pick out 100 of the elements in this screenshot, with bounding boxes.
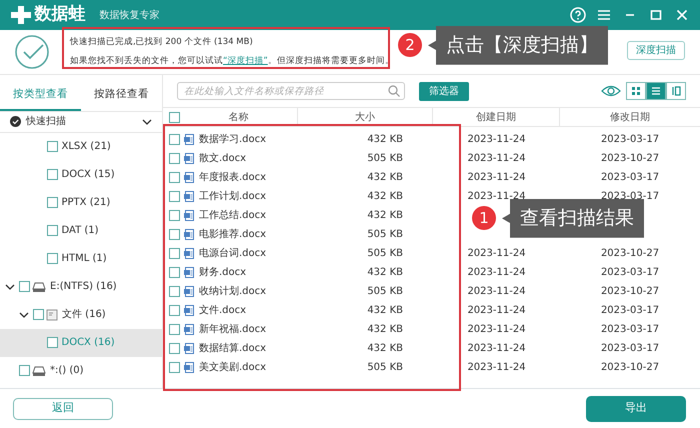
row-checkbox[interactable] bbox=[169, 266, 180, 278]
columns-view-icon bbox=[671, 86, 681, 96]
document-icon bbox=[184, 304, 195, 316]
tree-item[interactable]: HTML (1) bbox=[0, 244, 162, 273]
modified-date: 2023-10-27 bbox=[600, 362, 660, 372]
created-date: 2023-11-24 bbox=[467, 248, 526, 258]
eye-icon[interactable] bbox=[601, 85, 621, 97]
deep-scan-button[interactable]: 深度扫描 bbox=[627, 41, 685, 60]
document-icon bbox=[184, 228, 195, 240]
created-date: 2023-11-24 bbox=[467, 152, 526, 164]
select-all-checkbox[interactable] bbox=[169, 112, 180, 122]
file-name: 财务.docx bbox=[199, 266, 246, 280]
file-size: 432 KB bbox=[367, 266, 403, 278]
search-field[interactable]: 在此处输入文件名称或保存路径 bbox=[177, 82, 405, 100]
row-checkbox[interactable] bbox=[169, 210, 180, 220]
file-name: 散文.docx bbox=[199, 152, 246, 166]
row-checkbox[interactable] bbox=[169, 324, 180, 334]
row-checkbox[interactable] bbox=[169, 304, 180, 316]
tree-label: *:() (0) bbox=[50, 364, 84, 378]
file-size: 505 KB bbox=[367, 248, 403, 258]
tree-item[interactable]: DAT (1) bbox=[0, 216, 162, 245]
tree-label: DOCX (16) bbox=[62, 336, 115, 350]
checkbox[interactable] bbox=[46, 197, 58, 208]
tree-item[interactable]: 文件 (16) bbox=[0, 300, 162, 329]
file-name: 数据结算.docx bbox=[199, 342, 266, 356]
checkbox[interactable] bbox=[18, 365, 30, 376]
modified-date: 2023-10-27 bbox=[600, 152, 660, 164]
callout-bubble: 点击【深度扫描】 bbox=[428, 26, 608, 65]
file-name: 年度报表.docx bbox=[199, 170, 266, 184]
tree-item[interactable]: DOCX (15) bbox=[0, 160, 162, 189]
row-checkbox[interactable] bbox=[169, 228, 180, 240]
help-icon[interactable] bbox=[570, 7, 586, 23]
checkbox[interactable] bbox=[46, 337, 58, 348]
view-mode-button[interactable] bbox=[626, 82, 646, 100]
file-size: 505 KB bbox=[367, 228, 403, 240]
callout-bubble: 查看扫描结果 bbox=[502, 199, 644, 238]
back-button[interactable]: 返回 bbox=[13, 398, 113, 420]
file-name: 工作总结.docx bbox=[199, 208, 266, 222]
file-name: 数据学习.docx bbox=[199, 132, 266, 146]
tree-label: PPTX (21) bbox=[62, 196, 110, 210]
export-button[interactable]: 导出 bbox=[586, 396, 686, 422]
tree-label: DOCX (15) bbox=[62, 168, 115, 182]
row-checkbox[interactable] bbox=[169, 134, 180, 144]
checkbox[interactable] bbox=[18, 281, 30, 292]
file-size: 432 KB bbox=[367, 134, 403, 144]
created-date: 2023-11-24 bbox=[467, 304, 526, 316]
document-icon bbox=[184, 248, 195, 258]
file-size: 432 KB bbox=[367, 210, 403, 220]
row-checkbox[interactable] bbox=[169, 342, 180, 354]
filter-button[interactable]: 筛选器 bbox=[419, 82, 469, 100]
scan-group-label: 快速扫描 bbox=[26, 114, 67, 130]
file-name: 美文美剧.docx bbox=[199, 360, 266, 374]
tree-item[interactable]: XLSX (21) bbox=[0, 132, 162, 161]
modified-date: 2023-03-17 bbox=[600, 324, 660, 334]
view-mode-button[interactable] bbox=[646, 82, 666, 100]
checkbox[interactable] bbox=[46, 225, 58, 236]
column-header[interactable]: 创建日期 bbox=[433, 108, 560, 126]
chevron-icon[interactable] bbox=[142, 116, 152, 127]
modified-date: 2023-03-17 bbox=[600, 172, 660, 182]
file-size: 505 KB bbox=[367, 152, 403, 164]
column-header[interactable]: 大小 bbox=[298, 108, 433, 126]
row-checkbox[interactable] bbox=[169, 362, 180, 372]
document-icon bbox=[184, 190, 195, 202]
created-date: 2023-11-24 bbox=[467, 362, 526, 372]
file-size: 432 KB bbox=[367, 304, 403, 316]
tree-item[interactable]: *:() (0) bbox=[0, 356, 162, 385]
row-checkbox[interactable] bbox=[169, 190, 180, 202]
file-size: 432 KB bbox=[367, 324, 403, 334]
row-checkbox[interactable] bbox=[169, 152, 180, 164]
checkbox[interactable] bbox=[46, 253, 58, 264]
close-icon[interactable] bbox=[674, 7, 690, 23]
tree-label: XLSX (21) bbox=[62, 140, 111, 154]
tree-item[interactable]: PPTX (21) bbox=[0, 188, 162, 217]
view-mode-button[interactable] bbox=[666, 82, 686, 100]
check-icon bbox=[14, 34, 50, 70]
tree-label: E:(NTFS) (16) bbox=[50, 280, 117, 294]
folder-icon bbox=[46, 308, 58, 321]
tree-label: DAT (1) bbox=[62, 224, 99, 238]
document-icon bbox=[184, 266, 195, 278]
created-date: 2023-11-24 bbox=[467, 190, 526, 202]
row-checkbox[interactable] bbox=[169, 248, 180, 258]
column-header[interactable]: 修改日期 bbox=[610, 110, 650, 124]
view-tab[interactable]: 按类型查看 bbox=[0, 75, 81, 111]
tree-item[interactable]: E:(NTFS) (16) bbox=[0, 272, 162, 301]
tree-label: 文件 (16) bbox=[62, 308, 106, 322]
modified-date: 2023-03-17 bbox=[600, 304, 660, 316]
drive-icon bbox=[32, 364, 46, 377]
checkbox[interactable] bbox=[32, 309, 44, 320]
deep-scan-link[interactable]: “深度扫描” bbox=[223, 56, 268, 66]
checkbox[interactable] bbox=[46, 169, 58, 180]
row-checkbox[interactable] bbox=[169, 286, 180, 296]
maximize-icon[interactable] bbox=[648, 7, 664, 23]
document-icon bbox=[184, 210, 195, 220]
search-icon bbox=[388, 85, 400, 97]
column-header[interactable]: 名称 bbox=[180, 110, 297, 124]
view-tab[interactable]: 按路径查看 bbox=[81, 75, 162, 111]
modified-date: 2023-03-17 bbox=[600, 134, 660, 144]
row-checkbox[interactable] bbox=[169, 172, 180, 182]
checkbox[interactable] bbox=[46, 141, 58, 152]
modified-date: 2023-10-27 bbox=[600, 286, 660, 296]
